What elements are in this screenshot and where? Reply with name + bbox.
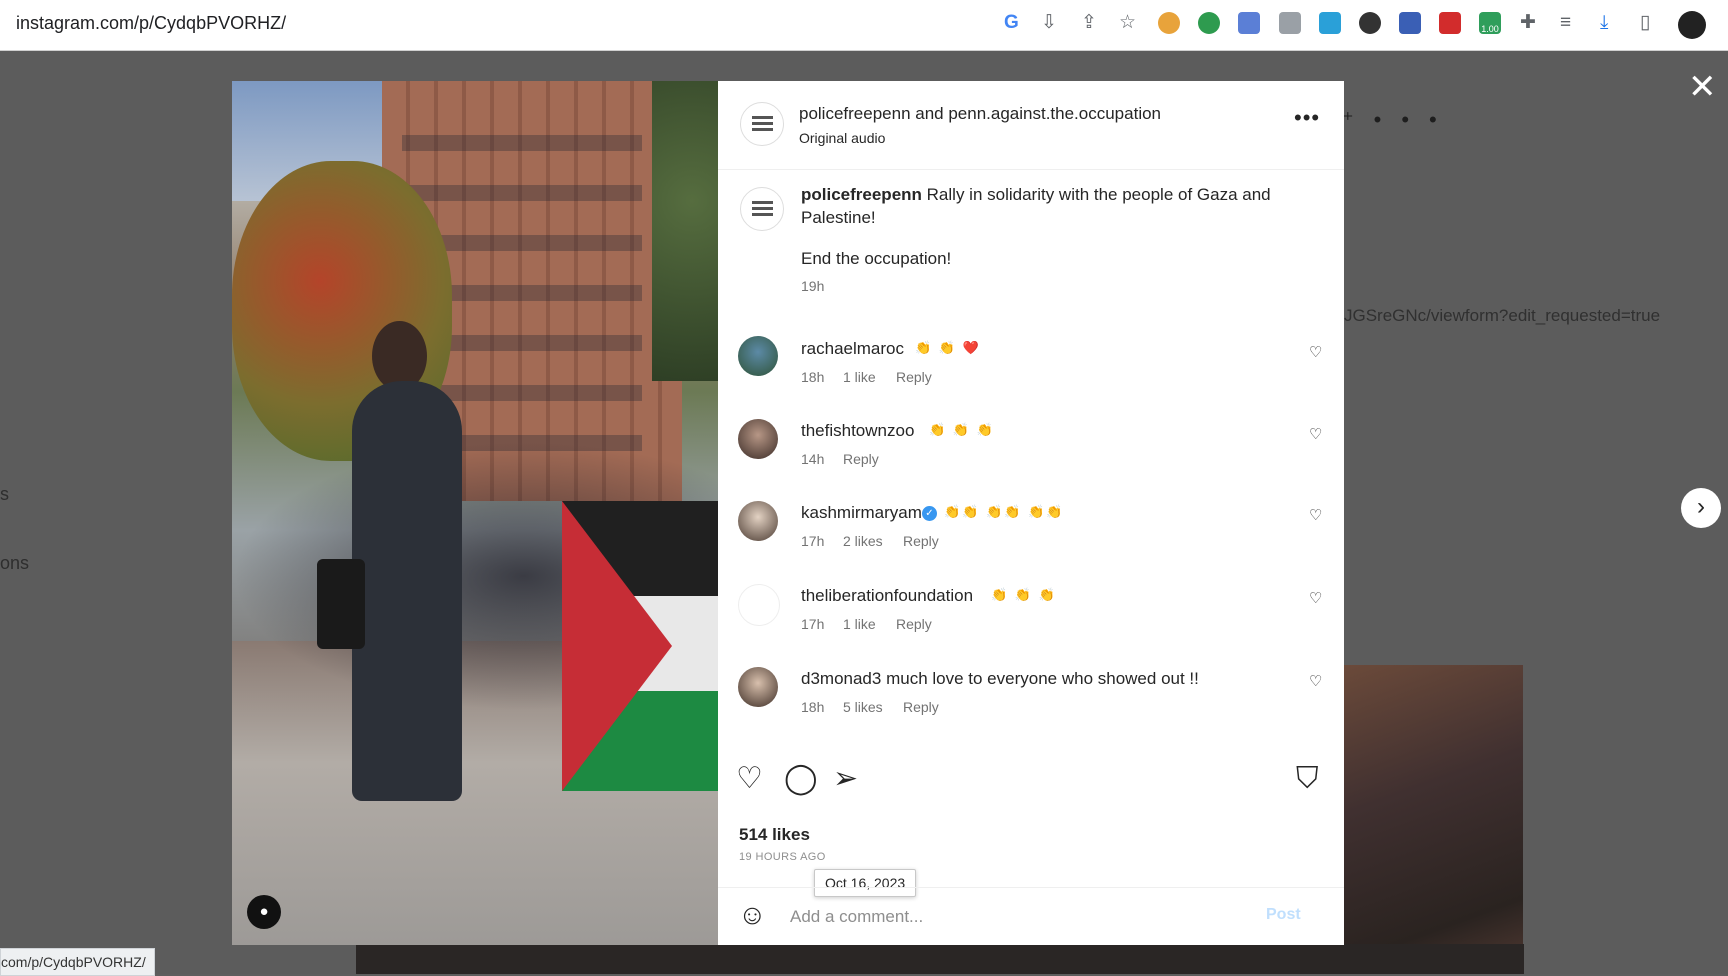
extension-icon-2[interactable] xyxy=(1198,12,1220,34)
author-avatar[interactable] xyxy=(740,102,784,146)
caption-text: End the occupation! xyxy=(801,249,952,268)
comment-icon[interactable]: ◯ xyxy=(784,764,818,794)
comment-time[interactable]: 18h xyxy=(801,699,824,715)
bookmark-star-icon[interactable]: ☆ xyxy=(1119,11,1136,35)
status-bar-url: com/p/CydqbPVORHZ/ xyxy=(0,948,155,976)
video-tree xyxy=(652,81,718,381)
audio-label[interactable]: Original audio xyxy=(799,130,885,146)
commenter-avatar[interactable] xyxy=(738,501,778,541)
post-modal: ● ♪ policefreepenn and penn.against.the.… xyxy=(232,81,1344,945)
close-icon[interactable]: ✕ xyxy=(1688,70,1717,104)
extension-icon-5[interactable] xyxy=(1319,12,1341,34)
reply-button[interactable]: Reply xyxy=(843,451,879,467)
extension-icon-8[interactable] xyxy=(1439,12,1461,34)
comment-likes[interactable]: 2 likes xyxy=(843,533,883,549)
commenter-avatar[interactable] xyxy=(738,336,778,376)
share-icon[interactable]: ➢ xyxy=(833,764,858,794)
post-caption: policefreepenn Rally in solidarity with … xyxy=(718,169,1344,329)
user-tag-icon[interactable]: ● xyxy=(247,895,281,929)
post-video[interactable]: ● ♪ xyxy=(232,81,718,945)
share-page-icon[interactable]: ⇪ xyxy=(1081,11,1097,35)
heart-icon[interactable]: ♡ xyxy=(1309,425,1322,443)
background-side-text: ons xyxy=(0,553,30,573)
video-speaker xyxy=(317,559,365,649)
comment-username[interactable]: kashmirmaryam xyxy=(801,503,922,523)
translate-icon[interactable] xyxy=(1238,12,1260,34)
caption-time[interactable]: 19h xyxy=(801,278,824,294)
likes-count[interactable]: 514 likes xyxy=(739,825,810,845)
comment-item: theliberationfoundation 👏 👏 👏 17h 1 like… xyxy=(718,577,1344,657)
comment-text: 👏👏 👏👏 👏👏 xyxy=(944,504,1065,519)
comment-item: d3monad3 much love to everyone who showe… xyxy=(718,660,1344,740)
comment-item: thefishtownzoo 👏 👏 👏 14h Reply ♡ xyxy=(718,412,1344,492)
background-strip xyxy=(356,944,1524,974)
comment-likes[interactable]: 1 like xyxy=(843,369,876,385)
commenter-avatar[interactable] xyxy=(738,419,778,459)
comment-composer: ☺ Post xyxy=(718,887,1344,946)
comment-time[interactable]: 17h xyxy=(801,533,824,549)
emoji-icon[interactable]: ☺ xyxy=(738,900,767,930)
verified-badge-icon: ✓ xyxy=(922,506,937,521)
camera-icon[interactable] xyxy=(1279,12,1301,34)
chevron-right-icon[interactable]: › xyxy=(1681,488,1721,528)
post-authors[interactable]: policefreepenn and penn.against.the.occu… xyxy=(799,104,1161,124)
more-icon[interactable]: ••• xyxy=(1294,105,1320,131)
comment-item: kashmirmaryam ✓ 👏👏 👏👏 👏👏 17h 2 likes Rep… xyxy=(718,494,1344,574)
reading-list-icon[interactable]: ≡ xyxy=(1560,11,1571,35)
comment-time[interactable]: 14h xyxy=(801,451,824,467)
google-icon[interactable]: G xyxy=(1004,11,1019,35)
comment-time[interactable]: 18h xyxy=(801,369,824,385)
background-url-text: JGSreGNc/viewform?edit_requested=true xyxy=(1344,306,1661,325)
post-side-panel: policefreepenn and penn.against.the.occu… xyxy=(718,81,1344,945)
comment-text: 👏 👏 👏 xyxy=(991,587,1057,602)
extension-icon-1[interactable] xyxy=(1158,12,1180,34)
comment-username[interactable]: thefishtownzoo xyxy=(801,421,914,441)
reply-button[interactable]: Reply xyxy=(896,369,932,385)
comment-username[interactable]: theliberationfoundation xyxy=(801,586,973,606)
author-avatar[interactable] xyxy=(740,187,784,231)
browser-toolbar: instagram.com/p/CydqbPVORHZ/ G ⇩ ⇪ ☆ 1.0… xyxy=(0,0,1728,51)
comment-likes[interactable]: 5 likes xyxy=(843,699,883,715)
download-icon[interactable]: ⤓ xyxy=(1600,11,1608,35)
commenter-avatar[interactable] xyxy=(738,584,780,626)
puzzle-icon[interactable]: ✚ xyxy=(1520,11,1536,35)
comment-input[interactable] xyxy=(788,898,1262,936)
posted-time[interactable]: 19 HOURS AGO xyxy=(739,851,826,863)
comment-time[interactable]: 17h xyxy=(801,616,824,632)
extension-icon-6[interactable] xyxy=(1359,12,1381,34)
reply-button[interactable]: Reply xyxy=(903,533,939,549)
video-person xyxy=(352,381,462,801)
heart-icon[interactable]: ♡ xyxy=(1309,672,1322,690)
background-icons: ⁺••• xyxy=(1342,107,1457,132)
install-icon[interactable]: ⇩ xyxy=(1041,11,1057,35)
heart-icon[interactable]: ♡ xyxy=(1309,343,1322,361)
caption-username[interactable]: policefreepenn xyxy=(801,185,922,204)
heart-icon[interactable]: ♡ xyxy=(1309,506,1322,524)
palestinian-flag xyxy=(562,501,718,791)
background-side-text: s xyxy=(0,484,9,504)
post-button[interactable]: Post xyxy=(1266,906,1301,924)
commenter-avatar[interactable] xyxy=(738,667,778,707)
comment-username[interactable]: d3monad3 xyxy=(801,669,881,688)
comment-username[interactable]: rachaelmaroc xyxy=(801,339,904,359)
post-header: policefreepenn and penn.against.the.occu… xyxy=(718,81,1344,170)
address-bar[interactable]: instagram.com/p/CydqbPVORHZ/ xyxy=(16,13,286,34)
comment-text: 👏 👏 👏 xyxy=(929,422,995,437)
reply-button[interactable]: Reply xyxy=(896,616,932,632)
heart-icon[interactable]: ♡ xyxy=(736,764,763,794)
profile-avatar[interactable] xyxy=(1678,11,1706,39)
heart-icon[interactable]: ♡ xyxy=(1309,589,1322,607)
comment-item: rachaelmaroc 👏 👏 ❤️ 18h 1 like Reply ♡ xyxy=(718,329,1344,409)
comment-likes[interactable]: 1 like xyxy=(843,616,876,632)
extension-badge-text: 1.00 xyxy=(1481,24,1499,34)
comment-text: 👏 👏 ❤️ xyxy=(915,340,981,355)
reply-button[interactable]: Reply xyxy=(903,699,939,715)
extension-icon-7[interactable] xyxy=(1399,12,1421,34)
background-thumbnail xyxy=(1343,665,1523,974)
comment-text: much love to everyone who showed out !! xyxy=(886,669,1199,688)
flag-triangle-red xyxy=(562,501,672,791)
side-panel-icon[interactable]: ▯ xyxy=(1640,11,1650,35)
bookmark-icon[interactable]: ⛉ xyxy=(1296,764,1319,794)
extension-badge-icon[interactable]: 1.00 xyxy=(1479,12,1501,34)
